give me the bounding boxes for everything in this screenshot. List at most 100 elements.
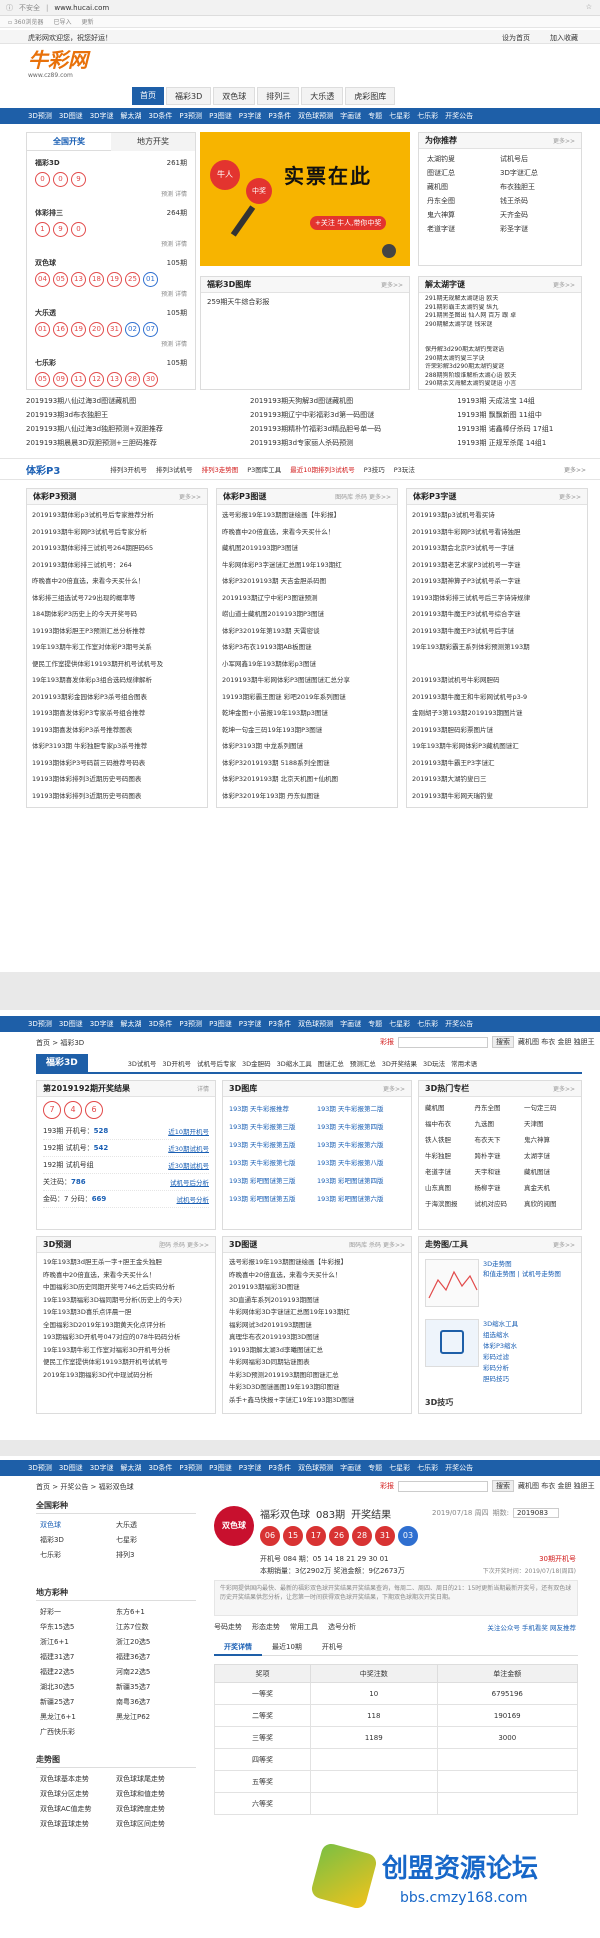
nav-link[interactable]: 开奖公告 xyxy=(445,1463,473,1473)
recommend-link[interactable]: 彩圣字谜 xyxy=(500,224,573,234)
lottery-name[interactable]: 大乐透 xyxy=(35,308,56,318)
article-link[interactable]: 2019193期八仙过海3d独胆预测+双胆推荐 xyxy=(26,424,250,434)
gallery-item[interactable]: 259期天牛综合彩报 xyxy=(207,296,403,309)
fc3d-tab[interactable]: 3D开奖结果 xyxy=(382,1058,417,1068)
p3-article-link[interactable]: 昨晚喜中20倍直选，来看今天买什么！ xyxy=(222,524,392,541)
3d-gallery-more[interactable]: 更多>> xyxy=(383,1084,405,1093)
nav-link[interactable]: 双色球预测 xyxy=(298,1019,333,1029)
expert-link[interactable]: 天津图 xyxy=(524,1118,574,1131)
local-link[interactable]: 黑龙江P62 xyxy=(116,1712,192,1722)
p3-article-link[interactable]: 2019193期彩金园体彩P3杀号组合图表 xyxy=(32,689,202,706)
fc3d-tab[interactable]: 3D试机号 xyxy=(128,1058,157,1068)
p3-article-link[interactable]: 184期体彩P3历史上的今天开奖号码 xyxy=(32,606,202,623)
gallery-link[interactable]: 193期 彩吧图谜第三版 xyxy=(229,1172,317,1190)
p3-article-link[interactable]: 2019193期p3试机号看买诗 xyxy=(412,507,582,524)
p3-article-link[interactable]: 体彩P3193期 牛彩独胆专家p3杀号推荐 xyxy=(32,738,202,755)
trend-chart-thumbnail[interactable] xyxy=(425,1259,479,1307)
fc3d-breadcrumb[interactable]: 首页 > 福彩3D xyxy=(36,1038,84,1048)
p3-tab[interactable]: 排列3开机号 xyxy=(110,464,147,474)
predict-link[interactable]: 19年193期3d胆王杀一字+胆王金头独胆 xyxy=(43,1256,209,1269)
expert-link[interactable]: 跨朴字谜 xyxy=(475,1150,525,1163)
nav-link[interactable]: 七乐彩 xyxy=(417,111,438,121)
puzzle-link[interactable]: 3D直通车系列2019193期图谜 xyxy=(229,1294,405,1307)
trend-link[interactable]: 双色球跨度走势 xyxy=(116,1804,192,1814)
gallery-link[interactable]: 193期 天牛彩报第五版 xyxy=(229,1136,317,1154)
ssq-trial-link[interactable]: 30期开机号 xyxy=(539,1554,576,1564)
taihu-item[interactable]: 288期狗阶级谁解析太湖心语 欧夫 xyxy=(425,372,575,381)
p3-article-link[interactable]: 2019193期会北京P3试机号一字谜 xyxy=(412,540,582,557)
p3-article-link[interactable]: 19年193期牛彩网体彩P3藏机图谜汇 xyxy=(412,738,582,755)
nav-link[interactable]: 3D字谜 xyxy=(90,1019,114,1029)
article-link[interactable]: 19193期 天成法宝 14组 xyxy=(457,396,586,406)
national-link[interactable]: 七乐彩 xyxy=(40,1550,116,1560)
expert-link[interactable]: 太湖字谜 xyxy=(524,1150,574,1163)
expert-link[interactable]: 试机对应码 xyxy=(475,1198,525,1211)
expert-link[interactable]: 天宇和谜 xyxy=(475,1166,525,1179)
p3-box-more[interactable]: 更多>> xyxy=(179,492,201,501)
local-link[interactable]: 江苏7位数 xyxy=(116,1622,192,1632)
p3-tab[interactable]: P3玩法 xyxy=(394,464,415,474)
search-input[interactable] xyxy=(398,1036,488,1048)
star-icon[interactable]: ☆ xyxy=(586,3,592,11)
nav-link[interactable]: 3D预测 xyxy=(28,111,52,121)
taihu-more[interactable]: 更多>> xyxy=(553,280,575,289)
result-row-link[interactable]: 近30期试机号 xyxy=(168,1143,209,1153)
local-link[interactable]: 南粤36选7 xyxy=(116,1697,192,1707)
result-detail-link[interactable]: 详情 xyxy=(197,1084,209,1093)
expert-link[interactable]: 福中布衣 xyxy=(425,1118,475,1131)
nav-link[interactable]: 3D字谜 xyxy=(90,111,114,121)
p3-article-link[interactable] xyxy=(412,656,582,673)
tab-local[interactable]: 地方开奖 xyxy=(111,133,195,151)
recommend-link[interactable]: 丹东全图 xyxy=(427,196,500,206)
ssq-tool-link[interactable]: 号码走势 xyxy=(214,1622,242,1632)
predict-link[interactable]: 全国福彩3D2019年193期黄天化点评分析 xyxy=(43,1319,209,1332)
local-link[interactable]: 湖北30选5 xyxy=(40,1682,116,1692)
recommend-link[interactable]: 3D字谜汇总 xyxy=(500,168,573,178)
gallery-link[interactable]: 193期 天牛彩报第三版 xyxy=(229,1118,317,1136)
p3-article-link[interactable]: 19193期喜发体彩P3专家杀号组合推荐 xyxy=(32,705,202,722)
nav-link[interactable]: 3D图谜 xyxy=(59,1019,83,1029)
taihu-item[interactable]: 许荣彩解3d290期太湖钓叟谜 xyxy=(425,363,575,372)
cut-tool-link[interactable]: 彩码过滤 xyxy=(483,1352,579,1363)
local-link[interactable]: 华东15选5 xyxy=(40,1622,116,1632)
predict-link[interactable]: 19年193期3D喜乐点评晨一胆 xyxy=(43,1306,209,1319)
p3-article-link[interactable]: 小军网鑫19年193期体彩p3图谜 xyxy=(222,656,392,673)
recommend-link[interactable]: 老道字谜 xyxy=(427,224,500,234)
local-link[interactable]: 黑龙江6+1 xyxy=(40,1712,116,1722)
national-link[interactable]: 双色球 xyxy=(40,1520,116,1530)
lottery-links[interactable]: 预测 详情 xyxy=(35,339,187,348)
local-link[interactable]: 福建31选7 xyxy=(40,1652,116,1662)
p3-article-link[interactable]: 19193期体彩排列3近期历史号码图表 xyxy=(32,771,202,788)
nav-link[interactable]: 专题 xyxy=(368,1463,382,1473)
ssq-tool-link[interactable]: 形态走势 xyxy=(252,1622,280,1632)
article-link[interactable]: 19193期 诺鑫棒仔杀码 17组1 xyxy=(457,424,586,434)
gallery-link[interactable]: 193期 天牛彩报第六版 xyxy=(317,1136,405,1154)
recommend-link[interactable]: 钱王杀码 xyxy=(500,196,573,206)
3d-predict-tabs[interactable]: 胆码 杀码 更多>> xyxy=(159,1240,209,1249)
article-link[interactable]: 2019193期八仙过海3d图谜藏机图 xyxy=(26,396,250,406)
nav-link[interactable]: 3D条件 xyxy=(149,1463,173,1473)
article-link[interactable]: 19193期 正规军杀尾 14组1 xyxy=(457,438,586,448)
fc3d-tab[interactable]: 3D开机号 xyxy=(162,1058,191,1068)
nav-link[interactable]: 七星彩 xyxy=(389,1463,410,1473)
trend-link[interactable]: 双色球分区走势 xyxy=(40,1789,116,1799)
nav-link[interactable]: 双色球预测 xyxy=(298,111,333,121)
main-tab[interactable]: 虎彩图库 xyxy=(345,87,396,105)
ssq-tool-link[interactable]: 选号分析 xyxy=(328,1622,356,1632)
cut-tool-label[interactable]: 3D缩水工具 xyxy=(483,1319,579,1330)
nav-link[interactable]: P3预测 xyxy=(179,111,202,121)
p3-article-link[interactable]: 体彩P32019年第193期 天霄密谈 xyxy=(222,623,392,640)
p3-tab[interactable]: 排列3试机号 xyxy=(156,464,193,474)
expert-link[interactable]: 牛彩独胆 xyxy=(425,1150,475,1163)
p3-article-link[interactable]: 2019193期牛魔王P3试机号综合字谜 xyxy=(412,606,582,623)
local-link[interactable]: 浙江6+1 xyxy=(40,1637,116,1647)
tab-national[interactable]: 全国开奖 xyxy=(27,136,111,147)
expert-link[interactable]: 真欣的阅图 xyxy=(524,1198,574,1211)
article-link[interactable]: 2019193期晨晨3D双胆预测+三胆码推荐 xyxy=(26,438,250,448)
p3-article-link[interactable]: 乾坤一句金三码19年193期P3图谜 xyxy=(222,722,392,739)
nav-link[interactable]: 字画谜 xyxy=(340,1463,361,1473)
p3-tab[interactable]: 最近10期排列3试机号 xyxy=(290,464,354,474)
recommend-more-link[interactable]: 更多>> xyxy=(553,136,575,145)
main-tab[interactable]: 大乐透 xyxy=(301,87,344,105)
gallery-link[interactable]: 193期 彩吧图谜第四版 xyxy=(317,1172,405,1190)
